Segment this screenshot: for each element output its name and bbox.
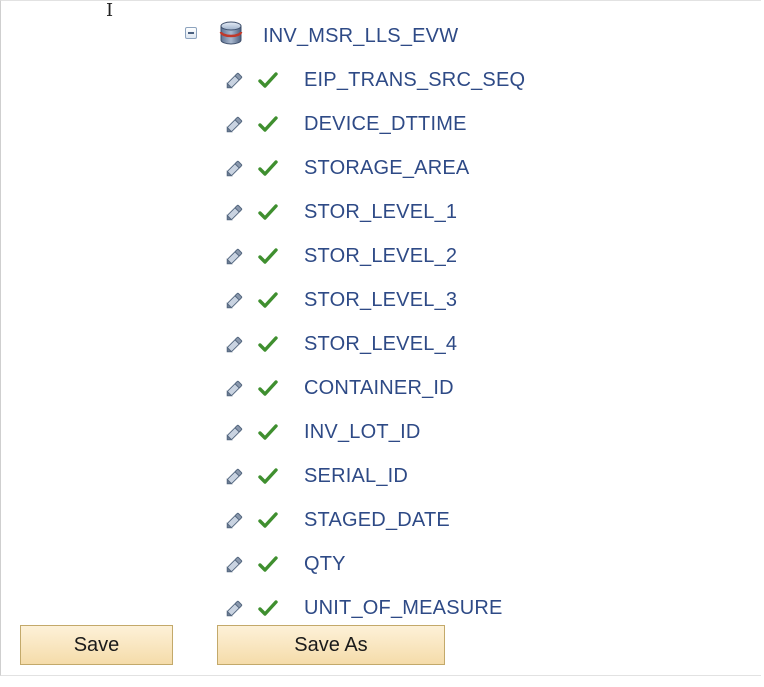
pencil-icon[interactable] <box>224 157 246 179</box>
checkmark-icon <box>258 600 278 616</box>
pencil-icon[interactable] <box>224 465 246 487</box>
field-row: STORAGE_AREA <box>224 146 525 190</box>
field-row: DEVICE_DTTIME <box>224 102 525 146</box>
field-row: STOR_LEVEL_2 <box>224 234 525 278</box>
field-row: SERIAL_ID <box>224 454 525 498</box>
tree-root-label[interactable]: INV_MSR_LLS_EVW <box>263 25 458 48</box>
pencil-icon[interactable] <box>224 333 246 355</box>
pencil-icon[interactable] <box>224 289 246 311</box>
database-icon <box>219 21 243 45</box>
pencil-icon[interactable] <box>224 245 246 267</box>
pencil-icon[interactable] <box>224 113 246 135</box>
checkmark-icon <box>258 380 278 396</box>
checkmark-icon <box>258 468 278 484</box>
field-row: QTY <box>224 542 525 586</box>
tree-root-node: INV_MSR_LLS_EVW <box>185 20 458 48</box>
pencil-icon[interactable] <box>224 201 246 223</box>
pencil-icon[interactable] <box>224 597 246 619</box>
checkmark-icon <box>258 512 278 528</box>
pencil-icon[interactable] <box>224 553 246 575</box>
checkmark-icon <box>258 160 278 176</box>
field-label[interactable]: STOR_LEVEL_3 <box>304 289 457 312</box>
checkmark-icon <box>258 116 278 132</box>
field-label[interactable]: INV_LOT_ID <box>304 421 420 444</box>
text-cursor-icon: I <box>106 0 114 21</box>
checkmark-icon <box>258 204 278 220</box>
field-label[interactable]: STOR_LEVEL_1 <box>304 201 457 224</box>
field-label[interactable]: SERIAL_ID <box>304 465 408 488</box>
field-label[interactable]: STAGED_DATE <box>304 509 450 532</box>
field-label[interactable]: QTY <box>304 553 346 576</box>
field-label[interactable]: DEVICE_DTTIME <box>304 113 467 136</box>
field-row: INV_LOT_ID <box>224 410 525 454</box>
pencil-icon[interactable] <box>224 69 246 91</box>
field-row: CONTAINER_ID <box>224 366 525 410</box>
checkmark-icon <box>258 292 278 308</box>
field-row: STOR_LEVEL_3 <box>224 278 525 322</box>
checkmark-icon <box>258 336 278 352</box>
field-label[interactable]: STOR_LEVEL_2 <box>304 245 457 268</box>
field-row: STOR_LEVEL_1 <box>224 190 525 234</box>
save-as-button[interactable]: Save As <box>217 625 445 665</box>
pencil-icon[interactable] <box>224 509 246 531</box>
checkmark-icon <box>258 248 278 264</box>
checkmark-icon <box>258 72 278 88</box>
collapse-icon[interactable] <box>185 27 197 39</box>
checkmark-icon <box>258 556 278 572</box>
field-label[interactable]: STORAGE_AREA <box>304 157 469 180</box>
field-label[interactable]: UNIT_OF_MEASURE <box>304 597 503 620</box>
save-button[interactable]: Save <box>20 625 173 665</box>
checkmark-icon <box>258 424 278 440</box>
field-list: EIP_TRANS_SRC_SEQ DEVICE_DTTIME STORAGE_… <box>224 58 525 630</box>
field-label[interactable]: STOR_LEVEL_4 <box>304 333 457 356</box>
pencil-icon[interactable] <box>224 377 246 399</box>
field-row: UNIT_OF_MEASURE <box>224 586 525 630</box>
pencil-icon[interactable] <box>224 421 246 443</box>
field-label[interactable]: EIP_TRANS_SRC_SEQ <box>304 69 525 92</box>
field-label[interactable]: CONTAINER_ID <box>304 377 454 400</box>
field-row: STAGED_DATE <box>224 498 525 542</box>
field-row: STOR_LEVEL_4 <box>224 322 525 366</box>
field-row: EIP_TRANS_SRC_SEQ <box>224 58 525 102</box>
